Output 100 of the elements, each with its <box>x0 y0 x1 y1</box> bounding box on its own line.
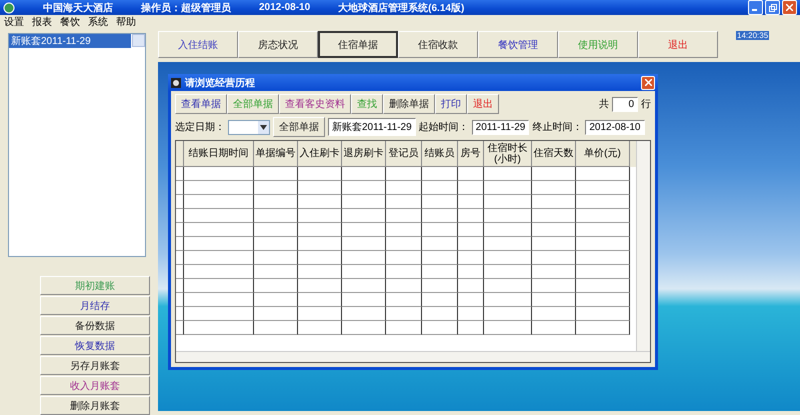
table-cell <box>484 195 532 209</box>
system-name: 大地球酒店管理系统(6.14版) <box>338 1 464 14</box>
account-field[interactable]: 新账套2011-11-29 <box>328 118 416 136</box>
restore-icon <box>768 4 776 12</box>
operator-label: 操作员：超级管理员 <box>141 2 231 14</box>
menu-item[interactable]: 报表 <box>32 14 52 28</box>
table-cell <box>184 293 254 307</box>
column-header: 单价(元) <box>576 141 630 167</box>
side-button[interactable]: 收入月账套 <box>40 376 150 395</box>
table-cell <box>342 195 386 209</box>
column-header: 入住刷卡 <box>298 141 342 167</box>
start-time-label: 起始时间： <box>418 120 469 134</box>
table-cell <box>422 195 458 209</box>
dialog-button[interactable]: 查看单据 <box>175 94 227 114</box>
table-cell <box>386 195 422 209</box>
end-time-field[interactable]: 2012-08-10 <box>585 120 644 134</box>
start-time-field[interactable]: 2011-11-29 <box>472 120 530 134</box>
table-cell <box>254 223 298 237</box>
table-cell <box>484 293 532 307</box>
table-cell <box>422 223 458 237</box>
table-cell <box>184 251 254 265</box>
table-cell <box>532 279 576 293</box>
table-cell <box>458 167 484 181</box>
table-cell <box>254 209 298 223</box>
toolbar-button[interactable]: 餐饮管理 <box>478 31 558 58</box>
menu-item[interactable]: 帮助 <box>116 14 136 28</box>
side-button[interactable]: 备份数据 <box>40 316 150 335</box>
table-cell <box>422 237 458 251</box>
table-cell <box>458 265 484 279</box>
table-cell <box>458 209 484 223</box>
table-cell <box>386 181 422 195</box>
all-records-button[interactable]: 全部单据 <box>273 117 325 137</box>
table-cell <box>386 279 422 293</box>
dialog-icon <box>171 78 181 88</box>
table-cell <box>342 251 386 265</box>
table-cell <box>298 181 342 195</box>
date-dropdown[interactable] <box>228 120 270 134</box>
toolbar-button[interactable]: 退出 <box>638 31 718 58</box>
vertical-scrollbar[interactable] <box>636 141 650 352</box>
table-cell <box>184 265 254 279</box>
table-cell <box>422 181 458 195</box>
dropdown-arrow-icon[interactable] <box>260 124 267 130</box>
table-cell <box>386 237 422 251</box>
table-cell <box>184 307 254 321</box>
table-cell <box>342 279 386 293</box>
table-cell <box>298 265 342 279</box>
toolbar-button[interactable]: 房态状况 <box>238 31 318 58</box>
table-cell <box>254 307 298 321</box>
minimize-button[interactable] <box>748 0 763 15</box>
dialog-button[interactable]: 删除单据 <box>383 94 435 114</box>
side-button[interactable]: 恢复数据 <box>40 336 150 355</box>
menu-item[interactable]: 系统 <box>88 14 108 28</box>
count-suffix: 行 <box>641 98 651 111</box>
table-cell <box>458 321 484 335</box>
table-cell <box>184 223 254 237</box>
dialog-title: 请浏览经营历程 <box>185 76 255 90</box>
horizontal-scrollbar[interactable] <box>176 351 650 362</box>
dialog-button[interactable]: 查看客史资料 <box>279 94 351 114</box>
count-field: 0 <box>612 96 638 112</box>
restore-button[interactable] <box>765 0 780 15</box>
table-cell <box>458 195 484 209</box>
list-item[interactable]: 新账套2011-11-29 <box>9 34 131 48</box>
close-button[interactable] <box>782 0 797 15</box>
column-header: 单据编号 <box>254 141 298 167</box>
table-cell <box>386 251 422 265</box>
dialog-button[interactable]: 打印 <box>435 94 467 114</box>
table-cell <box>484 251 532 265</box>
side-button[interactable]: 月结存 <box>40 296 150 315</box>
table-cell <box>254 181 298 195</box>
table-cell <box>532 251 576 265</box>
table-cell <box>342 209 386 223</box>
table-cell <box>386 307 422 321</box>
app-icon <box>3 2 15 14</box>
table-cell <box>576 307 630 321</box>
table-cell <box>298 209 342 223</box>
table-cell <box>386 321 422 335</box>
table-cell <box>298 167 342 181</box>
table-cell <box>254 265 298 279</box>
column-header: 住宿时长(小时) <box>484 141 532 167</box>
menu-item[interactable]: 餐饮 <box>60 14 80 28</box>
table-cell <box>254 293 298 307</box>
header-corner <box>176 141 184 167</box>
table-cell <box>342 167 386 181</box>
side-button[interactable]: 删除月账套 <box>40 396 150 415</box>
account-list[interactable]: 新账套2011-11-29 <box>8 33 146 257</box>
table-cell <box>386 265 422 279</box>
toolbar-button[interactable]: 入住结账 <box>158 31 238 58</box>
table-cell <box>576 237 630 251</box>
side-button[interactable]: 另存月账套 <box>40 356 150 375</box>
toolbar-button[interactable]: 住宿单据 <box>318 31 398 58</box>
close-button[interactable] <box>641 76 655 90</box>
table-cell <box>184 167 254 181</box>
table-cell <box>298 237 342 251</box>
dialog-button[interactable]: 退出 <box>467 94 499 114</box>
table-cell <box>298 307 342 321</box>
table-cell <box>484 167 532 181</box>
toolbar-button[interactable]: 住宿收款 <box>398 31 478 58</box>
table-cell <box>484 237 532 251</box>
table-cell <box>298 223 342 237</box>
menu-item[interactable]: 设置 <box>4 14 24 28</box>
